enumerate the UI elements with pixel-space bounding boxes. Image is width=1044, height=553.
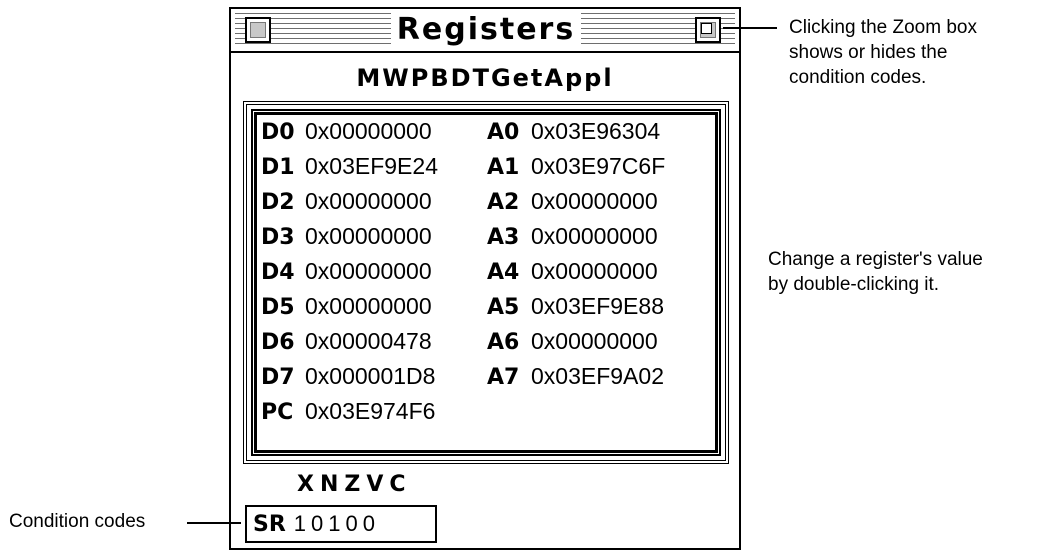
- register-name: A1: [487, 155, 520, 180]
- register-value[interactable]: 0x03E974F6: [305, 398, 435, 424]
- register-a7[interactable]: A7 0x03EF9A02: [487, 360, 664, 394]
- register-value[interactable]: 0x00000000: [305, 223, 432, 249]
- window-title: Registers: [391, 13, 581, 47]
- condition-codes-callout-line: [187, 522, 241, 524]
- register-d3[interactable]: D3 0x00000000: [261, 220, 432, 254]
- close-box-icon[interactable]: [245, 17, 271, 43]
- register-a6[interactable]: A6 0x00000000: [487, 325, 658, 359]
- register-value[interactable]: 0x00000000: [305, 293, 432, 319]
- register-name: A3: [487, 225, 520, 250]
- register-name: PC: [261, 400, 294, 425]
- register-a0[interactable]: A0 0x03E96304: [487, 115, 660, 149]
- register-name: D4: [261, 260, 295, 285]
- register-d0[interactable]: D0 0x00000000: [261, 115, 432, 149]
- register-value[interactable]: 0x00000478: [305, 328, 432, 354]
- register-name: A5: [487, 295, 520, 320]
- register-name: A2: [487, 190, 520, 215]
- register-d7[interactable]: D7 0x000001D8: [261, 360, 435, 394]
- zoom-annotation-line2: shows or hides the: [789, 42, 948, 63]
- register-name: D6: [261, 330, 295, 355]
- register-value[interactable]: 0x03EF9E24: [305, 153, 438, 179]
- zoom-annotation-line1: Clicking the Zoom box: [789, 17, 977, 38]
- register-d4[interactable]: D4 0x00000000: [261, 255, 432, 289]
- registers-window: Registers MWPBDTGetAppl D0 0x00000000 D1 0…: [229, 7, 741, 550]
- register-d1[interactable]: D1 0x03EF9E24: [261, 150, 438, 184]
- register-name: D7: [261, 365, 295, 390]
- register-value[interactable]: 0x00000000: [531, 223, 658, 249]
- sr-value[interactable]: 10100: [294, 511, 380, 536]
- zoom-callout-line: [723, 27, 777, 29]
- change-annotation-line1: Change a register's value: [768, 249, 983, 270]
- zoom-annotation-line3: condition codes.: [789, 67, 927, 88]
- register-a4[interactable]: A4 0x00000000: [487, 255, 658, 289]
- register-a5[interactable]: A5 0x03EF9E88: [487, 290, 664, 324]
- register-pc[interactable]: PC 0x03E974F6: [261, 395, 435, 429]
- change-annotation-line2: by double-clicking it.: [768, 274, 940, 295]
- register-value[interactable]: 0x00000000: [305, 188, 432, 214]
- register-name: A6: [487, 330, 520, 355]
- change-register-annotation: Change a register's value by double-clic…: [768, 247, 983, 297]
- register-value[interactable]: 0x00000000: [305, 118, 432, 144]
- zoom-annotation: Clicking the Zoom box shows or hides the…: [789, 15, 977, 90]
- register-name: D2: [261, 190, 295, 215]
- register-value[interactable]: 0x03EF9E88: [531, 293, 664, 319]
- title-bar[interactable]: Registers: [231, 9, 739, 53]
- zoom-box-icon[interactable]: [695, 17, 721, 43]
- register-name: D0: [261, 120, 295, 145]
- register-value[interactable]: 0x000001D8: [305, 363, 435, 389]
- register-a3[interactable]: A3 0x00000000: [487, 220, 658, 254]
- register-name: A4: [487, 260, 520, 285]
- register-a2[interactable]: A2 0x00000000: [487, 185, 658, 219]
- register-d5[interactable]: D5 0x00000000: [261, 290, 432, 324]
- status-register[interactable]: SR 10100: [245, 505, 437, 543]
- register-name: D3: [261, 225, 295, 250]
- register-value[interactable]: 0x00000000: [531, 188, 658, 214]
- register-value[interactable]: 0x00000000: [305, 258, 432, 284]
- condition-code-labels: XNZVC: [297, 472, 412, 497]
- register-name: D5: [261, 295, 295, 320]
- register-d2[interactable]: D2 0x00000000: [261, 185, 432, 219]
- register-value[interactable]: 0x03E97C6F: [531, 153, 665, 179]
- register-value[interactable]: 0x03E96304: [531, 118, 660, 144]
- register-name: A0: [487, 120, 520, 145]
- register-d6[interactable]: D6 0x00000478: [261, 325, 432, 359]
- condition-codes-annotation: Condition codes: [9, 511, 146, 532]
- app-name: MWPBDTGetAppl: [356, 64, 614, 92]
- register-name: A7: [487, 365, 520, 390]
- register-a1[interactable]: A1 0x03E97C6F: [487, 150, 665, 184]
- register-value[interactable]: 0x00000000: [531, 258, 658, 284]
- register-value[interactable]: 0x03EF9A02: [531, 363, 664, 389]
- sr-name: SR: [253, 512, 286, 537]
- register-value[interactable]: 0x00000000: [531, 328, 658, 354]
- register-name: D1: [261, 155, 295, 180]
